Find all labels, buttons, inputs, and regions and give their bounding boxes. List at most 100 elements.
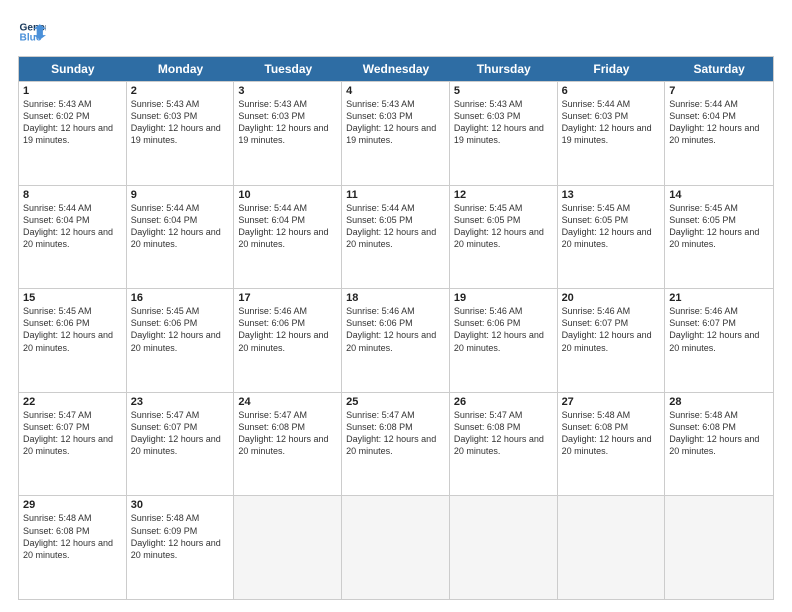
day-of-week-tuesday: Tuesday xyxy=(234,57,342,81)
day-number: 29 xyxy=(23,499,122,511)
day-info: Sunrise: 5:46 AMSunset: 6:06 PMDaylight:… xyxy=(454,305,553,354)
day-number: 15 xyxy=(23,292,122,304)
day-info: Sunrise: 5:45 AMSunset: 6:05 PMDaylight:… xyxy=(454,202,553,251)
calendar-cell: 28Sunrise: 5:48 AMSunset: 6:08 PMDayligh… xyxy=(665,393,773,496)
day-info: Sunrise: 5:44 AMSunset: 6:05 PMDaylight:… xyxy=(346,202,445,251)
day-of-week-thursday: Thursday xyxy=(450,57,558,81)
day-info: Sunrise: 5:43 AMSunset: 6:03 PMDaylight:… xyxy=(454,98,553,147)
day-info: Sunrise: 5:46 AMSunset: 6:06 PMDaylight:… xyxy=(238,305,337,354)
day-number: 2 xyxy=(131,85,230,97)
calendar-cell: 14Sunrise: 5:45 AMSunset: 6:05 PMDayligh… xyxy=(665,186,773,289)
calendar: SundayMondayTuesdayWednesdayThursdayFrid… xyxy=(18,56,774,600)
calendar-cell: 30Sunrise: 5:48 AMSunset: 6:09 PMDayligh… xyxy=(127,496,235,599)
day-info: Sunrise: 5:46 AMSunset: 6:07 PMDaylight:… xyxy=(562,305,661,354)
calendar-cell: 9Sunrise: 5:44 AMSunset: 6:04 PMDaylight… xyxy=(127,186,235,289)
day-number: 5 xyxy=(454,85,553,97)
day-number: 17 xyxy=(238,292,337,304)
day-number: 14 xyxy=(669,189,769,201)
day-number: 20 xyxy=(562,292,661,304)
calendar-cell: 5Sunrise: 5:43 AMSunset: 6:03 PMDaylight… xyxy=(450,82,558,185)
calendar-cell: 16Sunrise: 5:45 AMSunset: 6:06 PMDayligh… xyxy=(127,289,235,392)
calendar-cell: 24Sunrise: 5:47 AMSunset: 6:08 PMDayligh… xyxy=(234,393,342,496)
calendar-cell: 29Sunrise: 5:48 AMSunset: 6:08 PMDayligh… xyxy=(19,496,127,599)
calendar-row-1: 1Sunrise: 5:43 AMSunset: 6:02 PMDaylight… xyxy=(19,81,773,185)
day-info: Sunrise: 5:47 AMSunset: 6:08 PMDaylight:… xyxy=(346,409,445,458)
day-of-week-monday: Monday xyxy=(127,57,235,81)
day-info: Sunrise: 5:43 AMSunset: 6:03 PMDaylight:… xyxy=(238,98,337,147)
calendar-row-4: 22Sunrise: 5:47 AMSunset: 6:07 PMDayligh… xyxy=(19,392,773,496)
calendar-cell xyxy=(342,496,450,599)
day-info: Sunrise: 5:47 AMSunset: 6:07 PMDaylight:… xyxy=(131,409,230,458)
day-number: 3 xyxy=(238,85,337,97)
calendar-cell: 22Sunrise: 5:47 AMSunset: 6:07 PMDayligh… xyxy=(19,393,127,496)
day-number: 24 xyxy=(238,396,337,408)
day-of-week-friday: Friday xyxy=(558,57,666,81)
day-number: 13 xyxy=(562,189,661,201)
calendar-cell: 27Sunrise: 5:48 AMSunset: 6:08 PMDayligh… xyxy=(558,393,666,496)
day-of-week-sunday: Sunday xyxy=(19,57,127,81)
day-number: 4 xyxy=(346,85,445,97)
calendar-cell: 15Sunrise: 5:45 AMSunset: 6:06 PMDayligh… xyxy=(19,289,127,392)
day-info: Sunrise: 5:48 AMSunset: 6:08 PMDaylight:… xyxy=(23,512,122,561)
day-number: 26 xyxy=(454,396,553,408)
day-info: Sunrise: 5:47 AMSunset: 6:08 PMDaylight:… xyxy=(238,409,337,458)
day-number: 27 xyxy=(562,396,661,408)
calendar-cell: 26Sunrise: 5:47 AMSunset: 6:08 PMDayligh… xyxy=(450,393,558,496)
calendar-cell: 10Sunrise: 5:44 AMSunset: 6:04 PMDayligh… xyxy=(234,186,342,289)
day-info: Sunrise: 5:48 AMSunset: 6:08 PMDaylight:… xyxy=(669,409,769,458)
calendar-cell: 11Sunrise: 5:44 AMSunset: 6:05 PMDayligh… xyxy=(342,186,450,289)
day-info: Sunrise: 5:45 AMSunset: 6:05 PMDaylight:… xyxy=(669,202,769,251)
day-number: 18 xyxy=(346,292,445,304)
day-info: Sunrise: 5:44 AMSunset: 6:04 PMDaylight:… xyxy=(669,98,769,147)
day-number: 11 xyxy=(346,189,445,201)
page-header: General Blue xyxy=(18,18,774,46)
logo: General Blue xyxy=(18,18,46,46)
day-info: Sunrise: 5:46 AMSunset: 6:07 PMDaylight:… xyxy=(669,305,769,354)
calendar-row-3: 15Sunrise: 5:45 AMSunset: 6:06 PMDayligh… xyxy=(19,288,773,392)
calendar-cell: 8Sunrise: 5:44 AMSunset: 6:04 PMDaylight… xyxy=(19,186,127,289)
day-number: 22 xyxy=(23,396,122,408)
calendar-cell: 19Sunrise: 5:46 AMSunset: 6:06 PMDayligh… xyxy=(450,289,558,392)
day-info: Sunrise: 5:48 AMSunset: 6:09 PMDaylight:… xyxy=(131,512,230,561)
calendar-cell xyxy=(450,496,558,599)
day-info: Sunrise: 5:44 AMSunset: 6:03 PMDaylight:… xyxy=(562,98,661,147)
calendar-row-5: 29Sunrise: 5:48 AMSunset: 6:08 PMDayligh… xyxy=(19,495,773,599)
logo-icon: General Blue xyxy=(18,18,46,46)
calendar-cell: 12Sunrise: 5:45 AMSunset: 6:05 PMDayligh… xyxy=(450,186,558,289)
day-number: 12 xyxy=(454,189,553,201)
day-info: Sunrise: 5:46 AMSunset: 6:06 PMDaylight:… xyxy=(346,305,445,354)
calendar-cell: 6Sunrise: 5:44 AMSunset: 6:03 PMDaylight… xyxy=(558,82,666,185)
day-number: 25 xyxy=(346,396,445,408)
day-number: 1 xyxy=(23,85,122,97)
day-info: Sunrise: 5:43 AMSunset: 6:02 PMDaylight:… xyxy=(23,98,122,147)
day-info: Sunrise: 5:45 AMSunset: 6:06 PMDaylight:… xyxy=(23,305,122,354)
calendar-cell: 25Sunrise: 5:47 AMSunset: 6:08 PMDayligh… xyxy=(342,393,450,496)
day-number: 6 xyxy=(562,85,661,97)
day-info: Sunrise: 5:47 AMSunset: 6:07 PMDaylight:… xyxy=(23,409,122,458)
day-number: 21 xyxy=(669,292,769,304)
day-number: 9 xyxy=(131,189,230,201)
day-of-week-wednesday: Wednesday xyxy=(342,57,450,81)
day-info: Sunrise: 5:44 AMSunset: 6:04 PMDaylight:… xyxy=(131,202,230,251)
day-number: 16 xyxy=(131,292,230,304)
calendar-cell: 13Sunrise: 5:45 AMSunset: 6:05 PMDayligh… xyxy=(558,186,666,289)
day-number: 8 xyxy=(23,189,122,201)
calendar-cell: 17Sunrise: 5:46 AMSunset: 6:06 PMDayligh… xyxy=(234,289,342,392)
day-number: 23 xyxy=(131,396,230,408)
calendar-header: SundayMondayTuesdayWednesdayThursdayFrid… xyxy=(19,57,773,81)
calendar-cell: 1Sunrise: 5:43 AMSunset: 6:02 PMDaylight… xyxy=(19,82,127,185)
calendar-cell: 18Sunrise: 5:46 AMSunset: 6:06 PMDayligh… xyxy=(342,289,450,392)
day-info: Sunrise: 5:44 AMSunset: 6:04 PMDaylight:… xyxy=(23,202,122,251)
calendar-row-2: 8Sunrise: 5:44 AMSunset: 6:04 PMDaylight… xyxy=(19,185,773,289)
day-info: Sunrise: 5:47 AMSunset: 6:08 PMDaylight:… xyxy=(454,409,553,458)
day-number: 7 xyxy=(669,85,769,97)
calendar-body: 1Sunrise: 5:43 AMSunset: 6:02 PMDaylight… xyxy=(19,81,773,599)
day-info: Sunrise: 5:44 AMSunset: 6:04 PMDaylight:… xyxy=(238,202,337,251)
calendar-cell: 20Sunrise: 5:46 AMSunset: 6:07 PMDayligh… xyxy=(558,289,666,392)
day-info: Sunrise: 5:43 AMSunset: 6:03 PMDaylight:… xyxy=(346,98,445,147)
calendar-cell xyxy=(234,496,342,599)
calendar-cell xyxy=(665,496,773,599)
calendar-cell: 21Sunrise: 5:46 AMSunset: 6:07 PMDayligh… xyxy=(665,289,773,392)
day-of-week-saturday: Saturday xyxy=(665,57,773,81)
day-info: Sunrise: 5:43 AMSunset: 6:03 PMDaylight:… xyxy=(131,98,230,147)
